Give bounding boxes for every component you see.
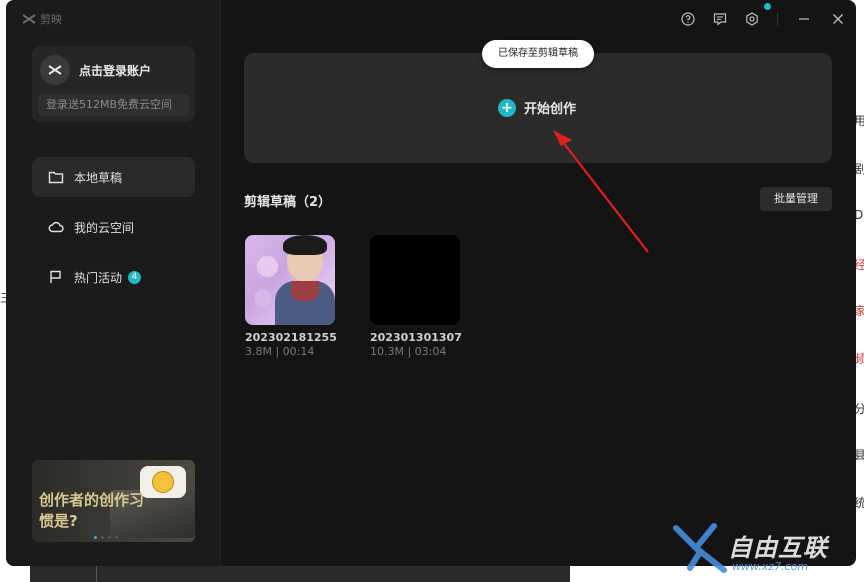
carousel-dots[interactable] bbox=[94, 536, 118, 539]
draft-item[interactable]: 202302181255 3.8M | 00:14 bbox=[245, 235, 365, 358]
draft-name: 202302181255 bbox=[245, 331, 337, 344]
plus-icon: + bbox=[498, 98, 516, 117]
minimize-icon[interactable] bbox=[796, 11, 812, 27]
sidebar-item-local-drafts[interactable]: 本地草稿 bbox=[32, 157, 195, 197]
saved-toast: 已保存至剪辑草稿 bbox=[482, 40, 594, 68]
carousel-dot[interactable] bbox=[108, 536, 111, 539]
start-creation-card[interactable]: + 开始创作 bbox=[244, 53, 832, 163]
drafts-section-title: 剪辑草稿（2） bbox=[244, 195, 332, 210]
draft-item[interactable]: 202301301307 10.3M | 03:04 bbox=[370, 235, 490, 358]
app-logo-text: 剪映 bbox=[40, 13, 62, 26]
avatar[interactable] bbox=[40, 55, 70, 85]
sidebar-item-label: 我的云空间 bbox=[74, 220, 135, 235]
promo-text: 创作者的创作习惯是? bbox=[39, 491, 145, 530]
app-window: 剪映 点击登录账户 登录送512MB免费云空间 本地草稿 我的云空间 热门活动 … bbox=[6, 0, 856, 566]
app-logo: 剪映 bbox=[22, 11, 62, 27]
sidebar-item-hot-events[interactable]: 热门活动 4 bbox=[32, 257, 195, 297]
flag-icon bbox=[50, 270, 61, 283]
start-creation-label: 开始创作 bbox=[524, 102, 577, 117]
login-link[interactable]: 点击登录账户 bbox=[79, 62, 151, 79]
watermark-x-logo-icon bbox=[673, 523, 727, 573]
notification-dot bbox=[764, 3, 771, 10]
draft-thumbnail[interactable] bbox=[245, 235, 335, 325]
draft-name: 202301301307 bbox=[370, 331, 462, 344]
sidebar: 剪映 点击登录账户 登录送512MB免费云空间 本地草稿 我的云空间 热门活动 … bbox=[6, 0, 221, 566]
watermark-text: 自由互联 bbox=[728, 534, 828, 562]
account-card[interactable]: 点击登录账户 登录送512MB免费云空间 bbox=[32, 46, 195, 122]
carousel-dot[interactable] bbox=[101, 536, 104, 539]
cloud-storage-promo[interactable]: 登录送512MB免费云空间 bbox=[38, 94, 189, 116]
draft-meta: 3.8M | 00:14 bbox=[245, 345, 315, 358]
folder-icon bbox=[48, 171, 64, 184]
titlebar-divider bbox=[777, 13, 778, 25]
site-watermark: 自由互联 www.xz7.com bbox=[670, 520, 860, 578]
sidebar-item-cloud-space[interactable]: 我的云空间 bbox=[32, 207, 195, 247]
start-creation-button[interactable]: + 开始创作 bbox=[498, 98, 576, 117]
settings-icon[interactable] bbox=[744, 11, 760, 27]
background-taskbar bbox=[30, 566, 570, 582]
promo-banner[interactable]: 创作者的创作习惯是? bbox=[32, 460, 195, 542]
carousel-dot[interactable] bbox=[115, 536, 118, 539]
events-count-badge: 4 bbox=[128, 270, 142, 284]
sidebar-item-label: 本地草稿 bbox=[74, 170, 123, 185]
watermark-url: www.xz7.com bbox=[732, 560, 809, 573]
capcut-logo-icon bbox=[22, 14, 36, 24]
draft-meta: 10.3M | 03:04 bbox=[370, 345, 447, 358]
batch-manage-button[interactable]: 批量管理 bbox=[760, 187, 832, 211]
carousel-dot[interactable] bbox=[94, 536, 97, 539]
help-icon[interactable] bbox=[680, 11, 696, 27]
capcut-logo-icon bbox=[48, 65, 62, 75]
sidebar-item-label: 热门活动 bbox=[74, 270, 123, 285]
thinking-emoji-icon bbox=[152, 471, 174, 493]
draft-thumbnail[interactable] bbox=[370, 235, 460, 325]
close-icon[interactable] bbox=[830, 11, 846, 27]
cloud-icon bbox=[48, 221, 64, 233]
feedback-icon[interactable] bbox=[712, 11, 728, 27]
